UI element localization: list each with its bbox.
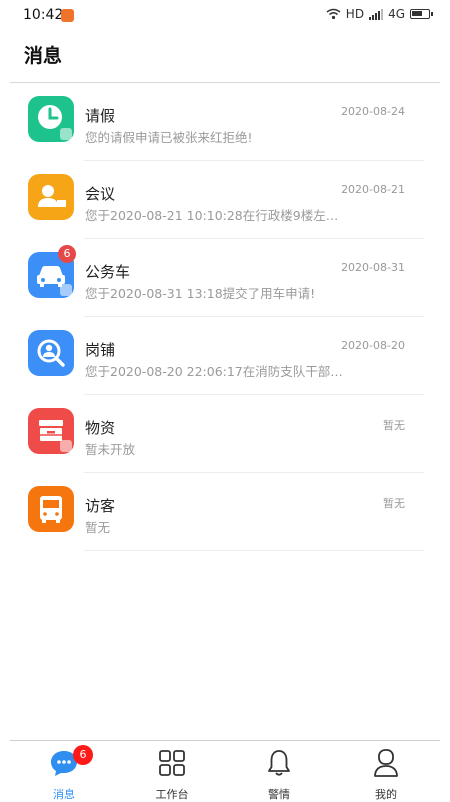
document-badge-icon — [60, 128, 72, 140]
message-item-vehicle[interactable]: 6 公务车 2020-08-31 您于2020-08-31 13:18提交了用车… — [0, 239, 450, 317]
status-bar: 10:42 HD 4G — [0, 0, 450, 30]
message-title: 公务车 — [85, 263, 131, 281]
status-time: 10:42 — [23, 7, 64, 23]
signal-icon — [369, 8, 384, 20]
message-list: 请假 2020-08-24 您的请假申请已被张来红拒绝! 会议 2020-08-… — [0, 83, 450, 551]
person-icon — [374, 749, 398, 777]
message-desc: 您于2020-08-31 13:18提交了用车申请! — [85, 286, 316, 301]
network-label: HD — [345, 7, 365, 21]
battery-level — [412, 11, 422, 16]
message-desc: 暂无 — [85, 520, 111, 535]
document-badge-icon — [60, 284, 72, 296]
unread-count-badge: 6 — [58, 245, 76, 263]
tab-unread-badge: 6 — [73, 745, 93, 765]
battery-icon — [410, 9, 433, 19]
message-date: 2020-08-24 — [341, 105, 405, 118]
message-title: 岗铺 — [85, 341, 116, 359]
message-item-post[interactable]: 岗铺 2020-08-20 您于2020-08-20 22:06:17在消防支队… — [0, 317, 450, 395]
message-title: 请假 — [85, 107, 116, 125]
search-badge-icon — [60, 440, 72, 452]
tabbar-divider — [10, 740, 440, 741]
grid-icon — [159, 750, 185, 776]
status-indicators: HD 4G — [326, 7, 433, 21]
message-desc: 您于2020-08-21 10:10:28在行政楼9楼左… — [85, 208, 339, 223]
message-item-meeting[interactable]: 会议 2020-08-21 您于2020-08-21 10:10:28在行政楼9… — [0, 161, 450, 239]
clock-icon — [28, 96, 74, 142]
bottom-tab-bar: 6 消息 工作台 警情 我的 — [0, 740, 450, 801]
tab-messages[interactable]: 6 消息 — [24, 745, 104, 801]
message-title: 物资 — [85, 419, 116, 437]
cellular-label: 4G — [388, 7, 405, 21]
meeting-person-icon — [28, 174, 74, 220]
message-item-visitor[interactable]: 访客 暂无 暂无 — [0, 473, 450, 551]
magnifier-person-icon — [28, 330, 74, 376]
message-item-leave[interactable]: 请假 2020-08-24 您的请假申请已被张来红拒绝! — [0, 83, 450, 161]
storage-box-icon — [28, 408, 74, 454]
tab-workbench[interactable]: 工作台 — [132, 746, 212, 801]
message-date: 2020-08-31 — [341, 261, 405, 274]
tab-alerts[interactable]: 警情 — [239, 746, 319, 801]
tab-profile[interactable]: 我的 — [346, 746, 426, 801]
bus-icon — [28, 486, 74, 532]
divider — [84, 550, 424, 551]
message-title: 访客 — [85, 497, 116, 515]
message-date: 暂无 — [383, 419, 405, 432]
message-date: 2020-08-20 — [341, 339, 405, 352]
wifi-icon — [326, 8, 341, 20]
message-desc: 您于2020-08-20 22:06:17在消防支队干部… — [85, 364, 343, 379]
message-desc: 暂未开放 — [85, 442, 136, 457]
message-date: 2020-08-21 — [341, 183, 405, 196]
message-desc: 您的请假申请已被张来红拒绝! — [85, 130, 253, 145]
bell-icon — [268, 750, 290, 776]
message-item-materials[interactable]: 物资 暂无 暂未开放 — [0, 395, 450, 473]
page-title: 消息 — [24, 45, 63, 67]
notification-app-icon — [61, 9, 74, 22]
message-date: 暂无 — [383, 497, 405, 510]
message-title: 会议 — [85, 185, 116, 203]
